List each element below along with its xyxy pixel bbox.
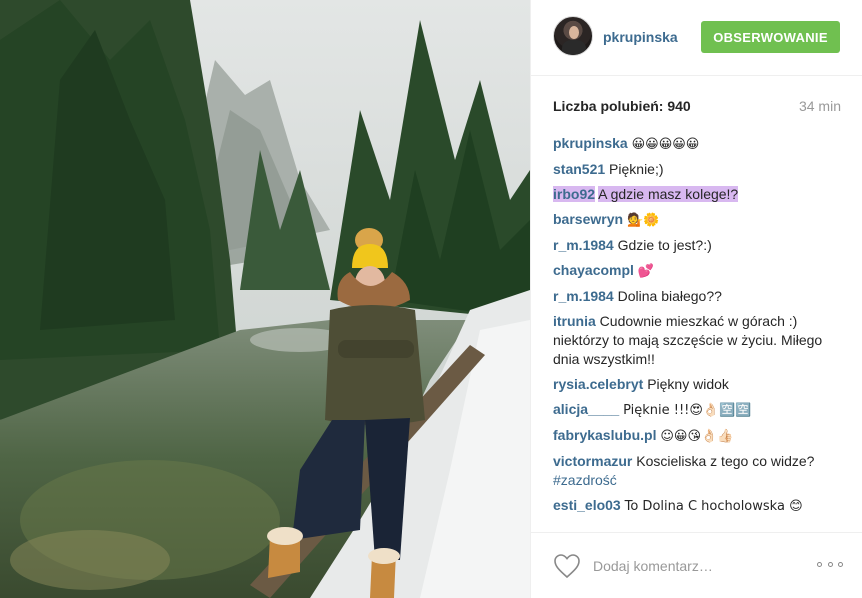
- comment-username[interactable]: pkrupinska: [553, 135, 628, 151]
- comment-text: A gdzie masz kolege!?: [598, 186, 739, 202]
- comment-text: 💁🌼: [626, 213, 660, 228]
- comment-text: To Dolina C hocholowska 😊: [624, 499, 803, 514]
- comment-footer: [531, 532, 862, 598]
- comment-username[interactable]: r_m.1984: [553, 288, 614, 304]
- list-item: victormazur Koscieliska z tego co widze?…: [553, 452, 845, 490]
- comment-username[interactable]: esti_elo03: [553, 497, 621, 513]
- heart-icon[interactable]: [553, 553, 581, 579]
- list-item: pkrupinska 😀😀😀😀😀: [553, 134, 845, 154]
- post-username[interactable]: pkrupinska: [603, 29, 678, 45]
- list-item: esti_elo03 To Dolina C hocholowska 😊: [553, 496, 845, 516]
- comment-username[interactable]: irbo92: [553, 186, 596, 202]
- list-item: fabrykaslubu.pl ☺😀😘👌🏻👍🏻: [553, 426, 845, 446]
- post-photo[interactable]: [0, 0, 530, 598]
- post-photo-illustration: [0, 0, 530, 598]
- comment-username[interactable]: rysia.celebryt: [553, 376, 643, 392]
- post-panel: pkrupinska OBSERWOWANIE Liczba polubień:…: [530, 0, 862, 598]
- comment-username[interactable]: chayacompl: [553, 262, 634, 278]
- comment-text: 💕: [637, 264, 655, 279]
- hashtag-link[interactable]: #zazdrość: [553, 472, 617, 488]
- list-item: r_m.1984 Dolina białego??: [553, 287, 845, 306]
- comment-username[interactable]: barsewryn: [553, 211, 623, 227]
- comment-text: Gdzie to jest?:): [617, 237, 712, 253]
- comment-list: pkrupinska 😀😀😀😀😀 stan521 Pięknie;) irbo9…: [553, 134, 845, 522]
- list-item: irbo92 A gdzie masz kolege!?: [553, 185, 845, 204]
- comment-text: Dolina białego??: [617, 288, 722, 304]
- comment-username[interactable]: victormazur: [553, 453, 632, 469]
- follow-button[interactable]: OBSERWOWANIE: [701, 21, 840, 53]
- comment-text: Pięknie;): [609, 161, 664, 177]
- comment-text: Koscieliska z tego co widze?: [636, 453, 815, 469]
- likes-row: Liczba polubień: 940 34 min: [553, 98, 841, 116]
- post-header: pkrupinska OBSERWOWANIE: [531, 0, 862, 76]
- comment-username[interactable]: alicja____: [553, 401, 619, 417]
- list-item: r_m.1984 Gdzie to jest?:): [553, 236, 845, 255]
- comment-text: Piękny widok: [647, 376, 729, 392]
- comment-text: ☺😀😘👌🏻👍🏻: [660, 429, 734, 444]
- comment-text: 😀😀😀😀😀: [631, 137, 700, 152]
- comment-input[interactable]: [593, 555, 803, 577]
- list-item: barsewryn 💁🌼: [553, 210, 845, 230]
- list-item: itrunia Cudownie mieszkać w górach :) ni…: [553, 312, 845, 369]
- comment-username[interactable]: itrunia: [553, 313, 596, 329]
- list-item: stan521 Pięknie;): [553, 160, 845, 179]
- avatar[interactable]: [553, 16, 593, 56]
- comment-username[interactable]: stan521: [553, 161, 605, 177]
- comment-username[interactable]: fabrykaslubu.pl: [553, 427, 656, 443]
- list-item: alicja____ Pięknie !!!😍👌🏻🈳🈳: [553, 400, 845, 420]
- list-item: rysia.celebryt Piękny widok: [553, 375, 845, 394]
- comment-text: Pięknie !!!😍👌🏻🈳🈳: [623, 403, 752, 418]
- more-options-icon[interactable]: [817, 559, 843, 569]
- list-item: chayacompl 💕: [553, 261, 845, 281]
- likes-count[interactable]: Liczba polubień: 940: [553, 98, 691, 114]
- comment-username[interactable]: r_m.1984: [553, 237, 614, 253]
- post-timestamp[interactable]: 34 min: [799, 98, 841, 114]
